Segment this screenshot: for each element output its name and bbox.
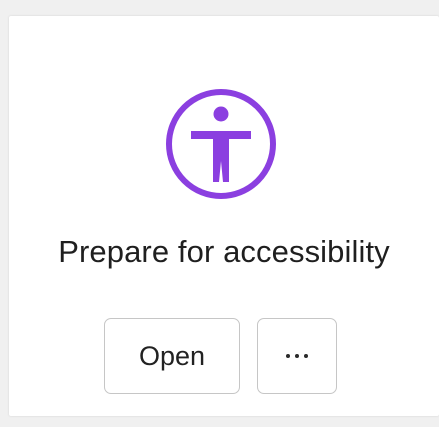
accessibility-icon bbox=[165, 88, 277, 200]
card-title: Prepare for accessibility bbox=[58, 234, 390, 269]
more-options-button[interactable] bbox=[257, 318, 337, 394]
open-button[interactable]: Open bbox=[104, 318, 240, 394]
tool-card: Prepare for accessibility Open bbox=[9, 16, 439, 416]
ellipsis-icon bbox=[286, 354, 308, 358]
open-button-label: Open bbox=[138, 340, 206, 371]
